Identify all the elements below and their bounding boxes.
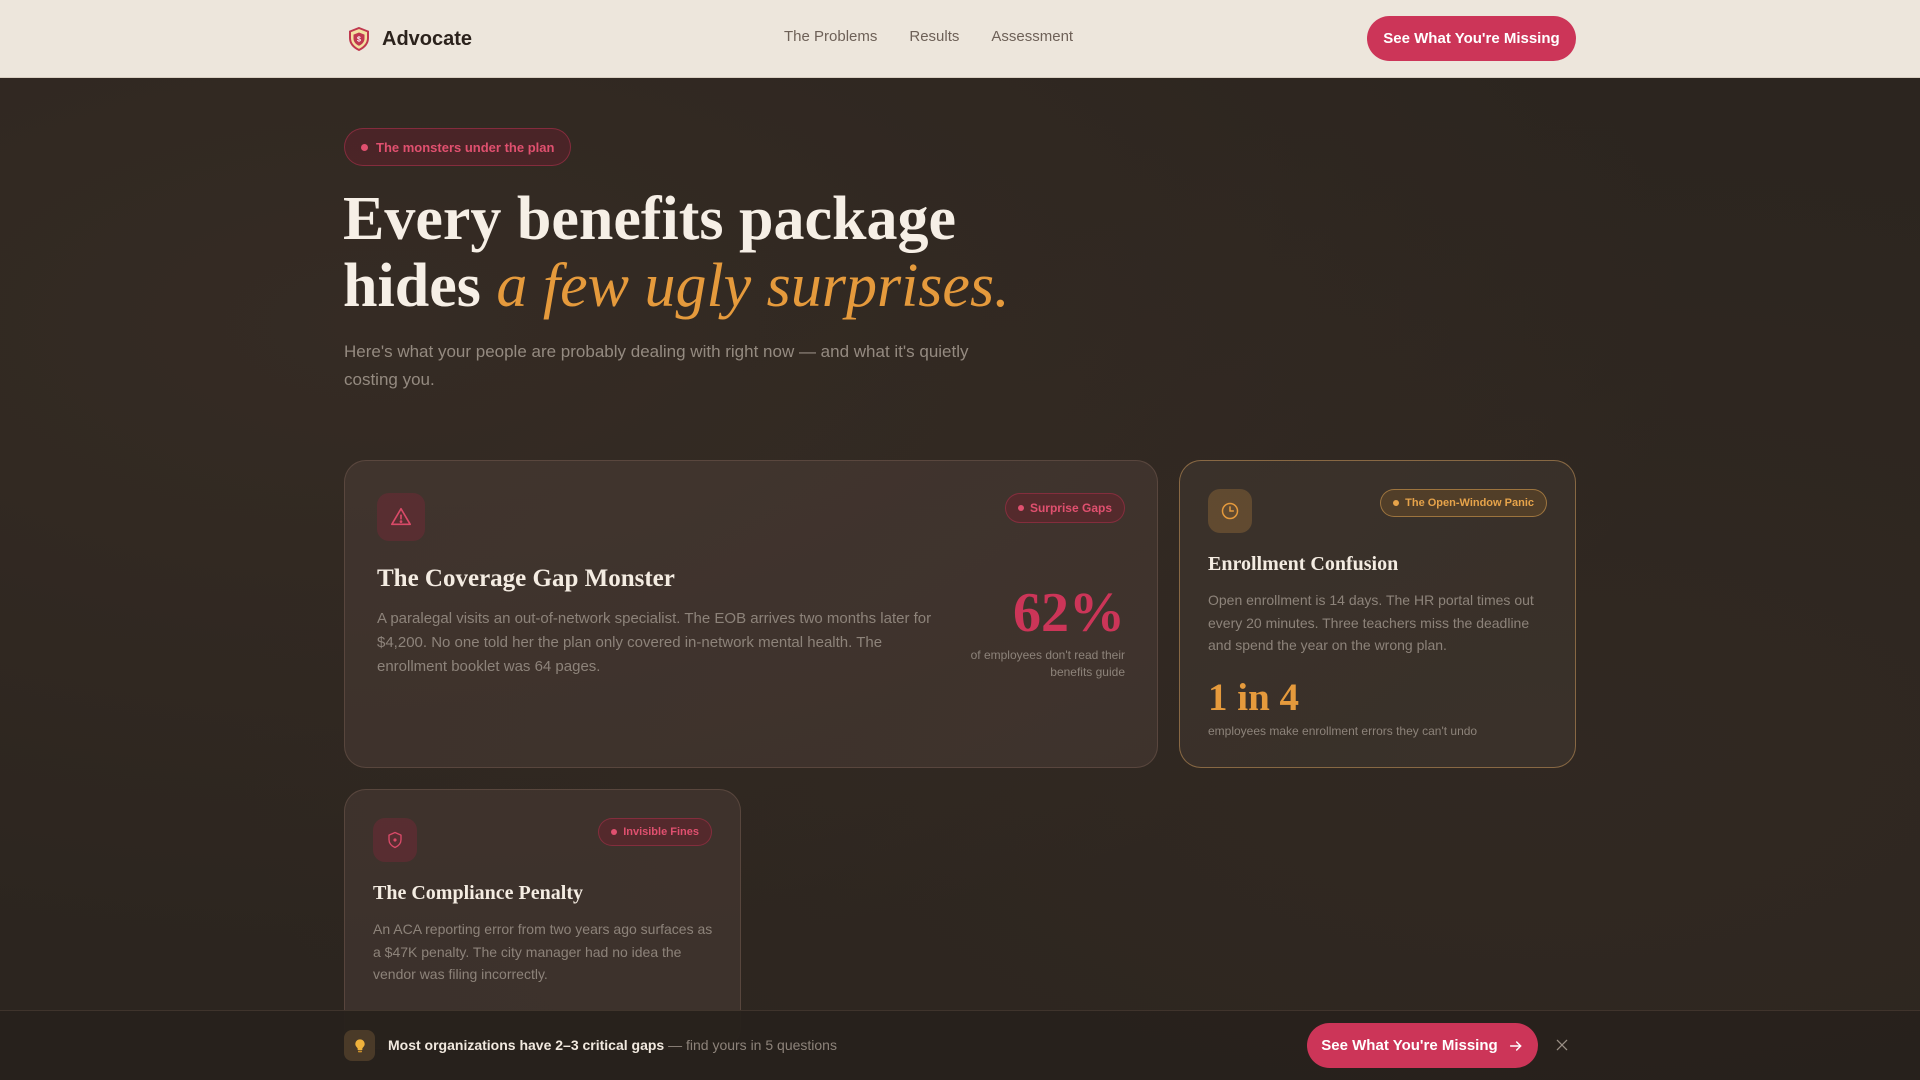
- shield-logo-icon: $: [349, 27, 369, 51]
- brand-name: Advocate: [382, 27, 473, 50]
- bottom-cta-button[interactable]: See What You're Missing: [1307, 1023, 1538, 1068]
- card-icon-box: [373, 818, 417, 862]
- card-enrollment-confusion[interactable]: The Open-Window Panic Enrollment Confusi…: [1179, 460, 1576, 768]
- card-tag-label: Invisible Fines: [623, 826, 699, 838]
- close-bar-button[interactable]: [1553, 1036, 1571, 1054]
- card-tag-label: Surprise Gaps: [1029, 501, 1112, 515]
- bottom-bar-bold: Most organizations have 2–3 critical gap…: [388, 1037, 665, 1053]
- warning-triangle-icon: [391, 507, 411, 526]
- hero-pill-label: The monsters under the plan: [376, 139, 555, 155]
- lightbulb-icon: [354, 1038, 365, 1052]
- card-title: The Coverage Gap Monster: [377, 565, 675, 592]
- tag-dot: [611, 829, 618, 835]
- bottom-cta-label: See What You're Missing: [1321, 1037, 1498, 1054]
- clock-icon: [1221, 502, 1239, 520]
- card-stat-caption: employees make enrollment errors they ca…: [1208, 724, 1478, 738]
- card-title: The Compliance Penalty: [373, 882, 583, 904]
- shield-icon: [388, 831, 402, 849]
- card-tag-label: The Open-Window Panic: [1405, 497, 1534, 509]
- top-nav: $ Advocate The Problems Results Assessme…: [0, 0, 1920, 78]
- bottom-bar-message: Most organizations have 2–3 critical gap…: [388, 1037, 837, 1053]
- nav-link-assessment[interactable]: Assessment: [991, 28, 1073, 45]
- pill-dot: [361, 143, 368, 151]
- bottom-bar-rest: — find yours in 5 questions: [664, 1037, 837, 1053]
- card-stat-caption: of employees don't read their benefits g…: [970, 648, 1125, 679]
- hero-title: Every benefits package hides a few ugly …: [343, 186, 1143, 320]
- hero-title-accent: a few ugly surprises.: [496, 252, 1010, 320]
- close-icon: [1556, 1039, 1568, 1051]
- brand[interactable]: $ Advocate: [348, 26, 472, 52]
- hero-title-line2-plain: hides: [343, 252, 497, 320]
- nav-link-results[interactable]: Results: [909, 28, 959, 45]
- card-body: Open enrollment is 14 days. The HR porta…: [1208, 592, 1534, 653]
- svg-text:$: $: [357, 37, 361, 44]
- card-tag: Surprise Gaps: [1004, 493, 1125, 523]
- hero-pill-badge: The monsters under the plan: [344, 128, 572, 166]
- sticky-bottom-bar: [0, 1010, 1920, 1080]
- card-body: A paralegal visits an out-of-network spe…: [377, 610, 932, 675]
- card-icon-box: [377, 493, 425, 541]
- card-title: Enrollment Confusion: [1208, 553, 1399, 575]
- tag-dot: [1393, 500, 1400, 506]
- card-stat: 62%: [1013, 582, 1125, 644]
- card-stat: 1 in 4: [1208, 676, 1300, 719]
- arrow-right-icon: [1509, 1040, 1522, 1051]
- card-body: An ACA reporting error from two years ag…: [373, 921, 713, 982]
- hero-title-line1: Every benefits package: [343, 185, 957, 253]
- card-icon-box: [1208, 489, 1252, 533]
- hero-subtitle: Here's what your people are probably dea…: [344, 342, 969, 389]
- bulb-icon-box: [344, 1030, 375, 1061]
- card-tag: The Open-Window Panic: [1380, 489, 1547, 517]
- card-coverage-gap[interactable]: Surprise Gaps The Coverage Gap Monster A…: [344, 460, 1158, 768]
- card-tag: Invisible Fines: [598, 818, 712, 846]
- nav-link-the-problems[interactable]: The Problems: [784, 28, 877, 45]
- tag-dot: [1017, 505, 1024, 511]
- nav-links: The Problems Results Assessment: [784, 28, 1073, 45]
- nav-cta-button[interactable]: See What You're Missing: [1367, 16, 1576, 61]
